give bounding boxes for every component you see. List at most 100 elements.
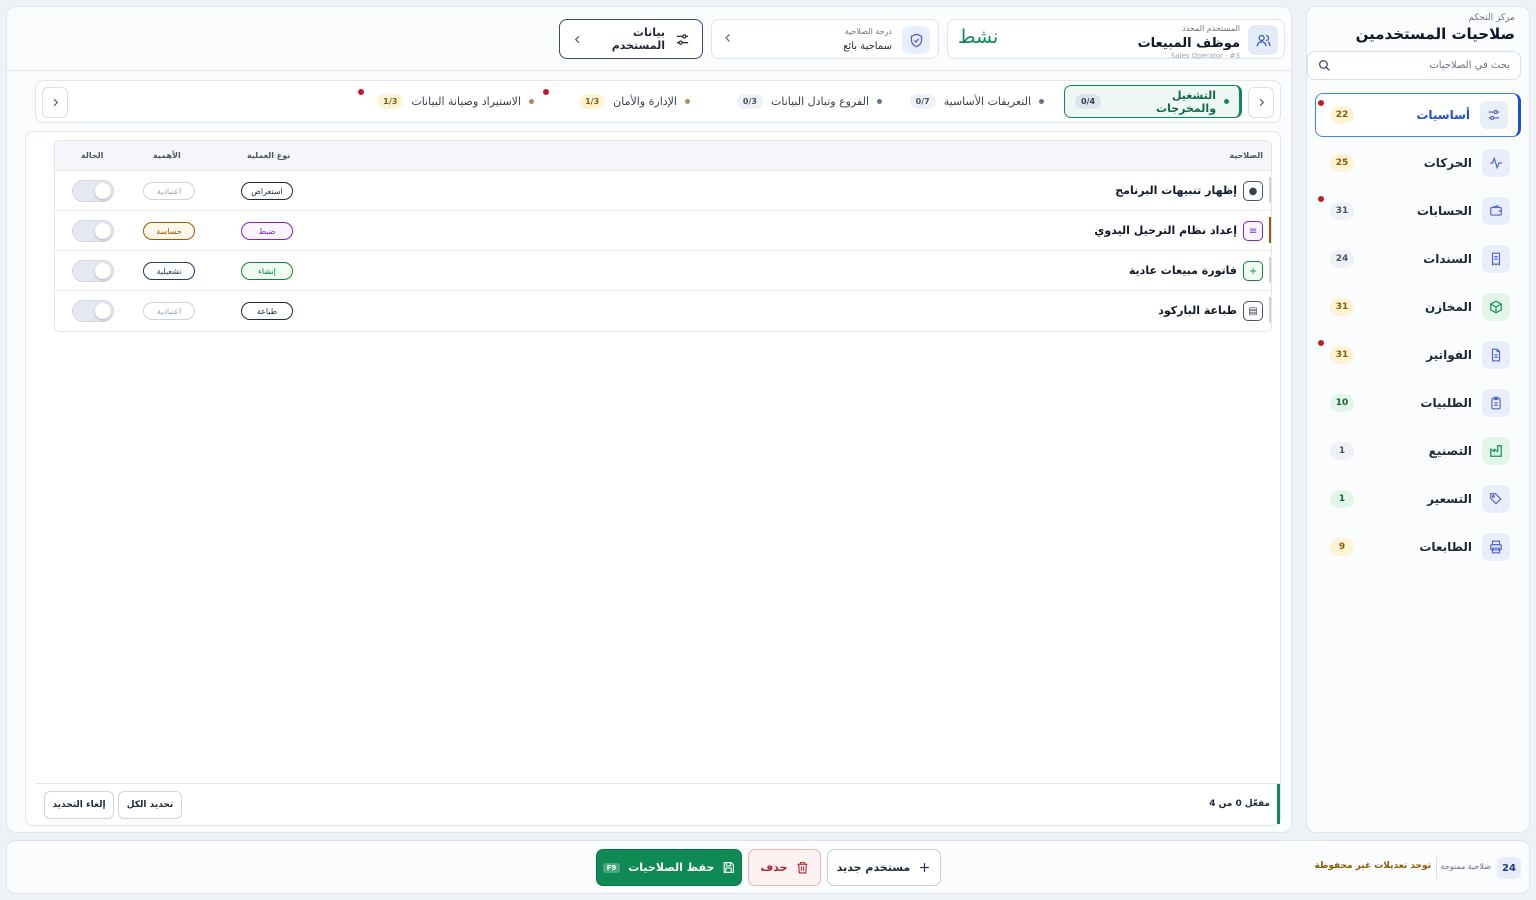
tab-label: التشغيل والمخرجات [1156, 88, 1217, 115]
bell-icon: ● [1243, 181, 1263, 201]
sidebar-item-label: الطلبيات [1420, 396, 1472, 410]
count-badge: 1 [1330, 442, 1354, 460]
sidebar-category-list: أساسيات 22 الحركات 25 الحسابات 31 السندا… [1315, 93, 1521, 573]
operation-type-badge: طباعة [241, 302, 293, 320]
search-input[interactable] [1339, 60, 1510, 71]
deselect-button[interactable]: إلغاء التحديد [44, 791, 114, 819]
count-badge: 22 [1330, 106, 1354, 124]
operation-type-badge: إنشاء [241, 262, 293, 280]
receipt-icon [1482, 245, 1510, 273]
permission-name: إظهار تنبيهات البرنامج [1115, 184, 1237, 197]
selected-user-card[interactable]: المستخدم المحدد موظف المبيعات Sales Oper… [947, 19, 1285, 60]
sidebar-item-label: الطابعات [1419, 540, 1472, 554]
count-badge: 31 [1330, 202, 1354, 220]
count-badge: 9 [1330, 538, 1354, 556]
bottom-action-bar: 24 صلاحية ممنوحة توجد تعديلات غير محفوظة… [6, 840, 1530, 894]
select-all-button[interactable]: تحديد الكل [118, 791, 182, 819]
tab-basic-definitions[interactable]: التعريفات الأساسية 0/7 [900, 85, 1054, 118]
sidebar-item-warehouses[interactable]: المخازن 31 [1315, 285, 1521, 329]
tab-administration-security[interactable]: الإدارة والأمان 1/3 [569, 85, 700, 118]
operation-type-badge: ضبط [241, 222, 293, 240]
table-row[interactable]: ● إظهار تنبيهات البرنامج استعراض اعتيادي… [55, 171, 1271, 211]
count-badge: 1 [1330, 490, 1354, 508]
tabs-scroll-right-button[interactable] [1248, 87, 1274, 118]
permission-toggle[interactable] [72, 260, 114, 282]
importance-badge: اعتيادية [143, 302, 195, 320]
sidebar-item-transactions[interactable]: الحركات 25 [1315, 141, 1521, 185]
col-status: الحالة [81, 151, 104, 160]
delete-button[interactable]: حذف [748, 849, 821, 886]
col-operation-type: نوع العملية [247, 151, 291, 160]
tabs-scroll-left-button[interactable] [42, 87, 68, 118]
tab-label: التعريفات الأساسية [943, 95, 1031, 108]
sidebar-item-vouchers[interactable]: السندات 24 [1315, 237, 1521, 281]
tab-label: الاستيراد وصيانة البيانات [411, 95, 521, 108]
row-accent-bar [1269, 297, 1271, 323]
col-importance: الأهمية [153, 151, 181, 160]
count-badge: 31 [1330, 346, 1354, 364]
sliders-icon [1480, 101, 1508, 129]
importance-badge: اعتيادية [143, 182, 195, 200]
tab-dot [1224, 99, 1229, 104]
user-data-button[interactable]: بيانات المستخدم [559, 19, 703, 59]
users-icon [1248, 25, 1278, 55]
wallet-icon [1482, 197, 1510, 225]
tab-dot [1039, 99, 1044, 104]
header: المستخدم المحدد موظف المبيعات Sales Oper… [7, 7, 1291, 71]
sidebar-item-label: السندات [1423, 252, 1472, 266]
permissions-table: الصلاحية نوع العملية الأهمية الحالة ● إظ… [54, 140, 1272, 332]
count-badge: 25 [1330, 154, 1354, 172]
table-row[interactable]: + فاتورة مبيعات عادية إنشاء تشغيلية [55, 251, 1271, 291]
sidebar-item-label: الحسابات [1416, 204, 1472, 218]
table-row[interactable]: ≡ إعداد نظام الترحيل اليدوي ضبط حساسة [55, 211, 1271, 251]
tab-dot [685, 99, 690, 104]
row-accent-bar [1269, 217, 1271, 243]
delete-label: حذف [760, 861, 788, 874]
sidebar-subtitle: مركز التحكم [1468, 13, 1515, 23]
section-tabs: التشغيل والمخرجات 0/4 التعريفات الأساسية… [35, 80, 1281, 123]
permission-toggle[interactable] [72, 180, 114, 202]
invoice-icon [1482, 341, 1510, 369]
sidebar-item-pricing[interactable]: التسعير 1 [1315, 477, 1521, 521]
new-user-button[interactable]: مستخدم جديد [827, 849, 941, 886]
importance-badge: حساسة [143, 222, 195, 240]
sidebar-item-label: التسعير [1427, 492, 1472, 506]
sidebar-item-label: الفواتير [1426, 348, 1472, 362]
tab-count: 1/3 [377, 94, 404, 109]
sidebar-item-invoices[interactable]: الفواتير 31 [1315, 333, 1521, 377]
tag-icon [1482, 485, 1510, 513]
shield-check-icon [902, 26, 930, 54]
permission-level-value: سماحية بائع [843, 41, 892, 52]
sidebar-item-manufacturing[interactable]: التصنيع 1 [1315, 429, 1521, 473]
box-icon [1482, 293, 1510, 321]
permissions-sidebar: مركز التحكم صلاحيات المستخدمين أساسيات 2… [1306, 6, 1530, 833]
sidebar-item-label: الحركات [1423, 156, 1472, 170]
sidebar-item-label: أساسيات [1416, 108, 1470, 122]
tab-dot [877, 99, 882, 104]
search-icon [1318, 59, 1331, 72]
activity-icon [1482, 149, 1510, 177]
tab-label: الفروع وتبادل البيانات [770, 95, 869, 108]
tab-operations-outputs[interactable]: التشغيل والمخرجات 0/4 [1064, 85, 1242, 118]
sidebar-item-accounts[interactable]: الحسابات 31 [1315, 189, 1521, 233]
sidebar-item-orders[interactable]: الطلبيات 10 [1315, 381, 1521, 425]
permission-toggle[interactable] [72, 300, 114, 322]
unsaved-warning: توجد تعديلات غير محفوظة [1314, 861, 1431, 871]
importance-badge: تشغيلية [143, 262, 195, 280]
sidebar-item-printers[interactable]: الطابعات 9 [1315, 525, 1521, 569]
tab-count: 0/3 [736, 94, 763, 109]
tab-count: 0/4 [1075, 94, 1102, 109]
row-accent-bar [1269, 257, 1271, 283]
save-icon [722, 861, 735, 874]
permission-level-selector[interactable]: درجة الصلاحية سماحية بائع [711, 19, 939, 59]
save-permissions-button[interactable]: حفظ الصلاحيات F9 [596, 849, 742, 886]
barcode-icon: ▤ [1243, 301, 1263, 321]
col-permission: الصلاحية [1229, 151, 1263, 160]
tab-branches-data-exchange[interactable]: الفروع وتبادل البيانات 0/3 [727, 85, 892, 118]
tab-import-data-maintenance[interactable]: الاستيراد وصيانة البيانات 1/3 [367, 85, 544, 118]
permission-toggle[interactable] [72, 220, 114, 242]
row-accent-bar [1269, 177, 1271, 203]
tab-label: الإدارة والأمان [613, 95, 677, 108]
sidebar-item-basics[interactable]: أساسيات 22 [1315, 93, 1521, 137]
table-row[interactable]: ▤ طباعة الباركود طباعة اعتيادية [55, 291, 1271, 331]
